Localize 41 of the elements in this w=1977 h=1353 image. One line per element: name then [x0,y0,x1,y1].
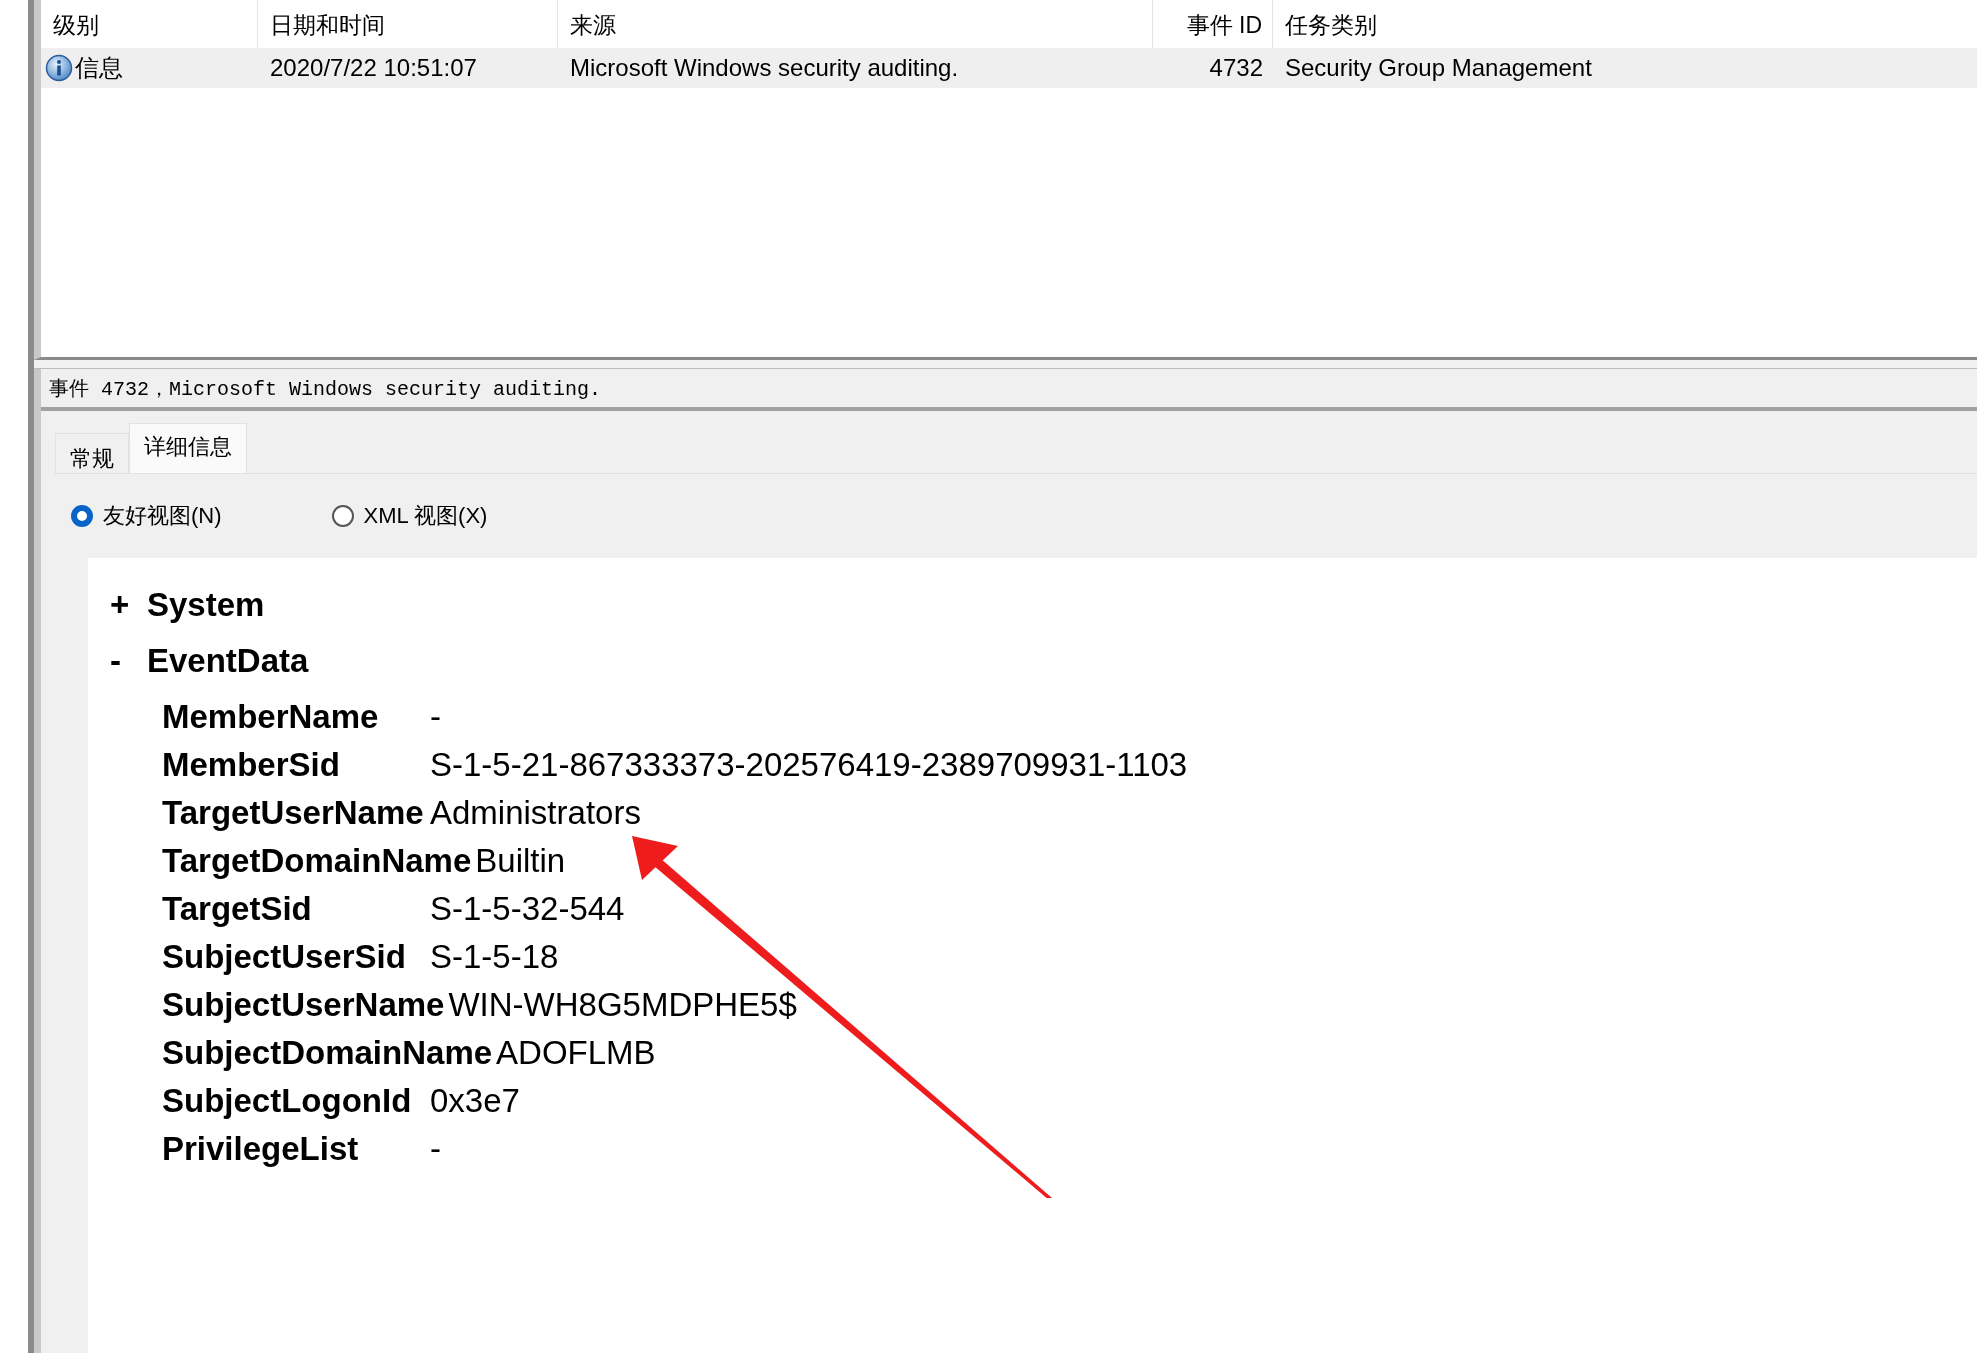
field-name: SubjectDomainName [162,1034,494,1072]
field-value: - [430,1130,441,1168]
field-name: SubjectUserName [162,986,446,1024]
toggle-sign[interactable]: + [110,586,147,624]
tree-node[interactable]: System [147,586,265,624]
field-value: S-1-5-21-867333373-202576419-2389709931-1103 [430,746,1188,784]
field-value: S-1-5-18 [430,938,559,976]
radio-label[interactable]: XML 视图(X) [363,501,488,531]
radio-button[interactable] [71,505,93,527]
field-value: Administrators [430,794,641,832]
toggle-sign[interactable]: - [110,642,147,680]
radio-option[interactable]: XML 视图(X) [331,501,488,531]
field-value: Builtin [475,842,566,880]
field-value: 0x3e7 [430,1082,520,1120]
field-name: TargetDomainName [162,842,473,880]
field-value: WIN-WH8G5MDPHE5$ [448,986,797,1024]
field-value: - [430,698,441,736]
table-cell-text: 信息 [75,53,123,83]
field-name: SubjectLogonId [162,1082,413,1120]
field-name: PrivilegeList [162,1130,360,1168]
tab[interactable]: 常规 [55,433,129,473]
info-icon [45,54,73,82]
table-cell: Security Group Management [1285,54,1592,82]
table-cell: 4732 [1209,54,1263,82]
radio-button[interactable] [331,505,354,527]
field-name: TargetSid [162,890,313,928]
radio-label[interactable]: 友好视图(N) [103,501,222,531]
radio-option[interactable]: 友好视图(N) [71,501,222,531]
field-value: S-1-5-32-544 [430,890,625,928]
tree-node[interactable]: EventData [147,642,309,680]
field-name: TargetUserName [162,794,425,832]
field-value: ADOFLMB [496,1034,656,1072]
field-name: MemberSid [162,746,341,784]
column-header[interactable]: 任务类别 [1273,0,1973,48]
event-title: 事件 4732，Microsoft Windows security auditing. [49,376,602,402]
table-cell: Microsoft Windows security auditing. [570,54,959,82]
event-row[interactable]: 信息 2020/7/22 10:51:07 Microsoft Windows security auditing. 4732 Security Group Management [41,48,1977,88]
field-name: SubjectUserSid [162,938,407,976]
table-cell: 2020/7/22 10:51:07 [270,54,477,82]
field-name: MemberName [162,698,380,736]
tab[interactable]: 详细信息 [129,423,247,473]
